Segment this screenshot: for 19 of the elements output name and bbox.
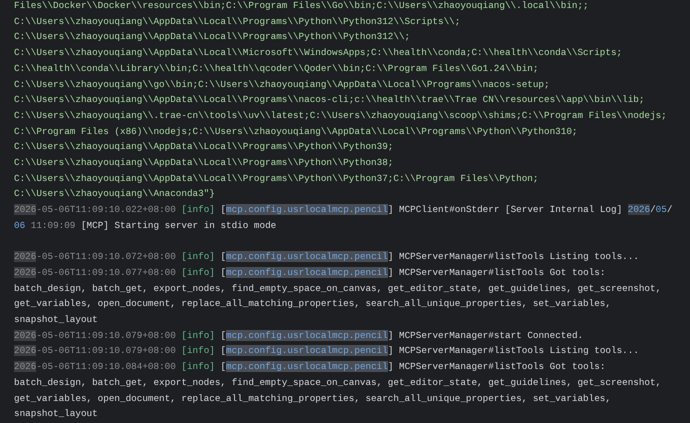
log-line: C:\\Users\\zhaoyouqiang\\AppData\\Local\\Programs\\Python\\Python312\\; bbox=[14, 30, 410, 44]
log-line: C:\\Users\\zhaoyouqiang\\.trae-cn\\tools\\uv\\latest;C:\\Users\\zhaoyouqiang\\scoop\\shims;C:\\Program Files\\nodejs; bbox=[14, 108, 667, 123]
log-entry: 2026-05-06T11:09:10.022+08:00 [info] [mcp.config.usrlocalmcp.pencil] MCPClient#onStderr [Server Internal Log] 2026/05/ 06 11:09:09 [MCP] Starting server in stdio mode bbox=[14, 203, 672, 233]
log-line: C:\\Program Files (x86)\\nodejs;C:\\Users\\zhaoyouqiang\\AppData\\Local\\Programs\\Python\\Python310; bbox=[14, 124, 578, 139]
log-line: C:\\Users\\zhaoyouqiang\\AppData\\Local\\Programs\\Python\\Python38; bbox=[14, 156, 394, 170]
log-line: C:\\Users\\zhaoyouqiang\\Anaconda3"} bbox=[14, 187, 215, 202]
log-line: C:\\health\\conda\\Library\\bin;C:\\health\\qcoder\\Qoder\\bin;C:\\Program Files\\Go1.24\\bin; bbox=[14, 62, 538, 76]
log-line: C:\\Users\\zhaoyouqiang\\AppData\\Local\\Programs\\Python\\Python39; bbox=[14, 140, 394, 154]
log-line: C:\\Users\\zhaoyouqiang\\AppData\\Local\\Programs\\Python\\Python312\\Scripts\\; bbox=[14, 14, 460, 29]
log-entry: 2026-05-06T11:09:10.079+08:00 [info] [mcp.config.usrlocalmcp.pencil] MCPServerManager#listTools Listing tools... bbox=[14, 344, 639, 358]
log-line: C:\\Users\\zhaoyouqiang\\go\\bin;C:\\Users\\zhaoyouqiang\\AppData\\Local\\Programs\\nacos-setup; bbox=[14, 78, 550, 92]
log-line: C:\\Users\\zhaoyouqiang\\AppData\\Local\\Microsoft\\WindowsApps;C:\\health\\conda;C:\\health\\conda\\Scripts; bbox=[14, 46, 622, 60]
log-line: Files\\Docker\\Docker\\resources\\bin;C:\\Program Files\\Go\\bin;C:\\Users\\zhaoyouqiang\\.local\\bin;; bbox=[14, 0, 589, 13]
log-entry: 2026-05-06T11:09:10.084+08:00 [info] [mcp.config.usrlocalmcp.pencil] MCPServerManager#listTools Got tools: batch_design, batch_get, export_nodes, find_empty_space_on_canvas, get_editor_state, get_guidelines, get_screenshot, get_variables, open_document, replace_all_matching_properties, search_all_unique_properties, set_variables, snapshot_layout bbox=[14, 360, 662, 422]
log-entry: 2026-05-06T11:09:10.077+08:00 [info] [mcp.config.usrlocalmcp.pencil] MCPServerManager#listTools Got tools: batch_design, batch_get, export_nodes, find_empty_space_on_canvas, get_editor_state, get_guidelines, get_screenshot, get_variables, open_document, replace_all_matching_properties, search_all_unique_properties, set_variables, snapshot_layout bbox=[14, 266, 662, 328]
log-line: C:\\Users\\zhaoyouqiang\\AppData\\Local\\Programs\\nacos-cli;c:\\health\\trae\\Trae CN\\resources\\app\\bin\\lib; bbox=[14, 93, 644, 108]
log-line: C:\\Users\\zhaoyouqiang\\AppData\\Local\\Programs\\Python\\Python37;C:\\Program Files\\Python; bbox=[14, 172, 538, 186]
log-entry: 2026-05-06T11:09:10.072+08:00 [info] [mcp.config.usrlocalmcp.pencil] MCPServerManager#listTools Listing tools... bbox=[14, 250, 639, 264]
log-entry: 2026-05-06T11:09:10.079+08:00 [info] [mcp.config.usrlocalmcp.pencil] MCPServerManager#start Connected. bbox=[14, 328, 584, 343]
